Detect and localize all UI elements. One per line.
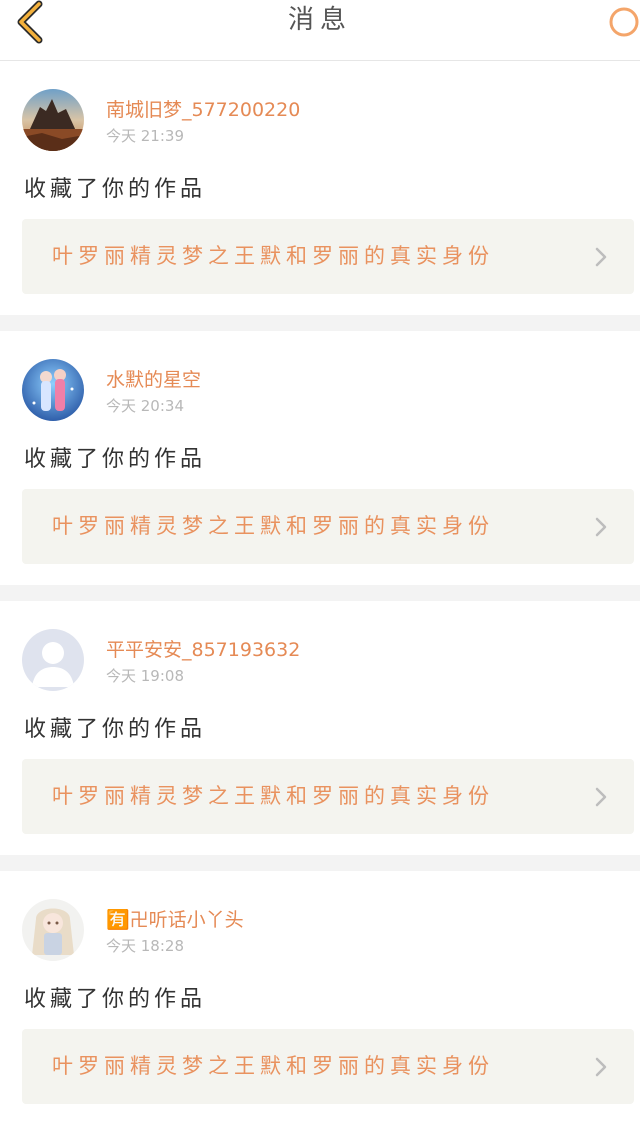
anime-couple-avatar-image xyxy=(22,359,84,421)
divider xyxy=(0,315,640,331)
default-user-avatar-image xyxy=(22,629,84,691)
work-link[interactable]: 叶罗丽精灵梦之王默和罗丽的真实身份 xyxy=(22,1029,634,1104)
chevron-right-icon xyxy=(594,1029,608,1104)
divider xyxy=(0,855,640,871)
timestamp: 今天 18:28 xyxy=(106,937,184,955)
username[interactable]: 🈶卍听话小丫头 xyxy=(106,905,244,932)
work-title: 叶罗丽精灵梦之王默和罗丽的真实身份 xyxy=(52,784,494,808)
timestamp: 今天 21:39 xyxy=(106,127,184,145)
avatar[interactable] xyxy=(22,629,84,691)
timestamp: 今天 20:34 xyxy=(106,397,184,415)
notification-card: 🈶卍听话小丫头 今天 18:28 收藏了你的作品 叶罗丽精灵梦之王默和罗丽的真实… xyxy=(0,871,640,1123)
divider xyxy=(0,585,640,601)
landscape-avatar-image xyxy=(22,89,84,151)
notification-list: 南城旧梦_577200220 今天 21:39 收藏了你的作品 叶罗丽精灵梦之王… xyxy=(0,61,640,1123)
anime-girl-avatar-image xyxy=(22,899,84,961)
timestamp: 今天 19:08 xyxy=(106,667,184,685)
work-title: 叶罗丽精灵梦之王默和罗丽的真实身份 xyxy=(52,1054,494,1078)
page-title: 消息 xyxy=(287,5,352,35)
avatar[interactable] xyxy=(22,89,84,151)
avatar[interactable] xyxy=(22,359,84,421)
search-icon xyxy=(609,7,639,37)
work-link[interactable]: 叶罗丽精灵梦之王默和罗丽的真实身份 xyxy=(22,489,634,564)
work-title: 叶罗丽精灵梦之王默和罗丽的真实身份 xyxy=(52,244,494,268)
work-link[interactable]: 叶罗丽精灵梦之王默和罗丽的真实身份 xyxy=(22,219,634,294)
notification-card: 平平安安_857193632 今天 19:08 收藏了你的作品 叶罗丽精灵梦之王… xyxy=(0,601,640,855)
notification-message: 收藏了你的作品 xyxy=(24,447,207,472)
work-link[interactable]: 叶罗丽精灵梦之王默和罗丽的真实身份 xyxy=(22,759,634,834)
notification-card: 水默的星空 今天 20:34 收藏了你的作品 叶罗丽精灵梦之王默和罗丽的真实身份 xyxy=(0,331,640,585)
notification-card: 南城旧梦_577200220 今天 21:39 收藏了你的作品 叶罗丽精灵梦之王… xyxy=(0,61,640,315)
notification-message: 收藏了你的作品 xyxy=(24,177,207,202)
avatar[interactable] xyxy=(22,899,84,961)
notification-message: 收藏了你的作品 xyxy=(24,717,207,742)
chevron-right-icon xyxy=(594,219,608,294)
chevron-right-icon xyxy=(594,489,608,564)
header-bar: 消息 xyxy=(0,0,640,61)
username[interactable]: 平平安安_857193632 xyxy=(106,635,300,662)
chevron-right-icon xyxy=(594,759,608,834)
username[interactable]: 水默的星空 xyxy=(106,365,201,392)
work-title: 叶罗丽精灵梦之王默和罗丽的真实身份 xyxy=(52,514,494,538)
notification-message: 收藏了你的作品 xyxy=(24,987,207,1012)
username[interactable]: 南城旧梦_577200220 xyxy=(106,95,300,122)
search-button[interactable] xyxy=(600,0,640,44)
